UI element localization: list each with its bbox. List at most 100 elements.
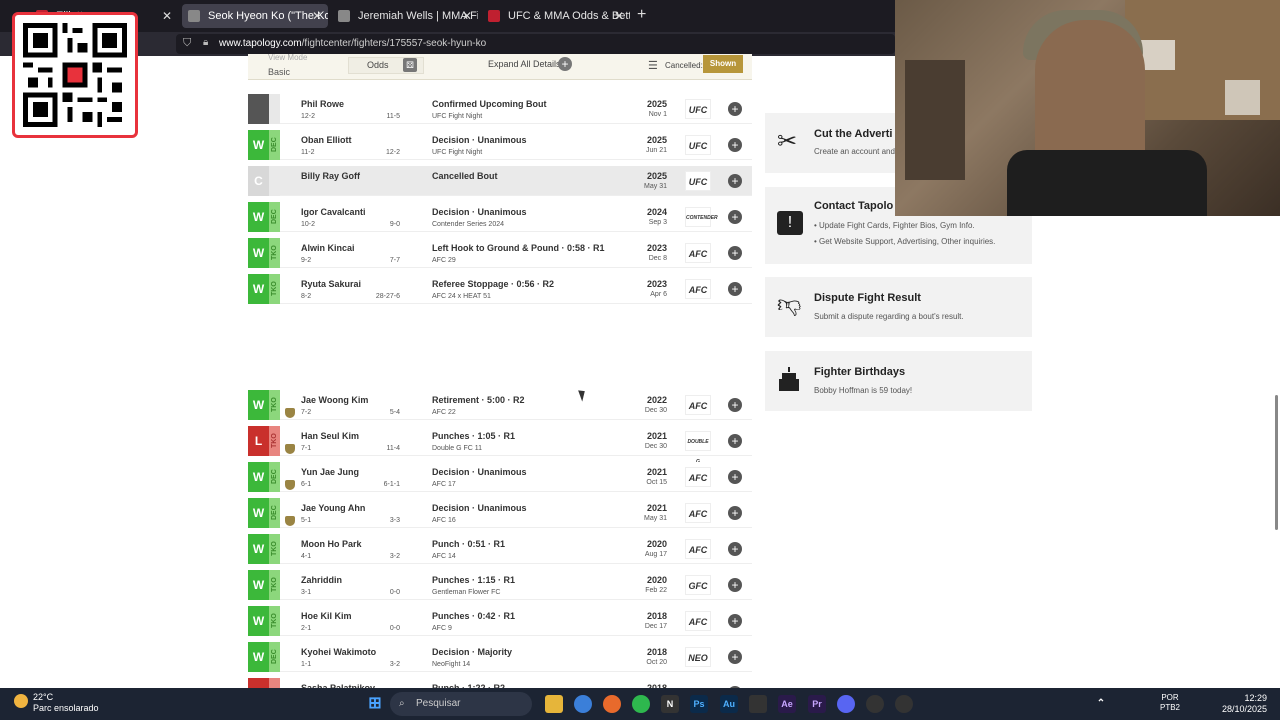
expand-plus-icon[interactable]: + xyxy=(558,57,572,71)
opponent-link[interactable]: Jae Woong Kim xyxy=(301,395,368,405)
expand-row-icon[interactable]: + xyxy=(728,174,742,188)
expand-row-icon[interactable]: + xyxy=(728,470,742,484)
expand-row-icon[interactable]: + xyxy=(728,246,742,260)
browser-tab[interactable]: Jeremiah Wells | MMA Fighter P✕ xyxy=(332,4,478,28)
opponent-link[interactable]: Yun Jae Jung xyxy=(301,467,359,477)
dice-icon[interactable]: ⚄ xyxy=(403,58,417,72)
promotion-logo[interactable]: UFC xyxy=(685,99,711,119)
fight-row[interactable]: C Billy Ray Goff Cancelled Bout 2025 May 31 U… xyxy=(248,166,752,196)
language-indicator[interactable]: POR PTB2 xyxy=(1160,693,1180,713)
promotion-logo[interactable]: UFC xyxy=(685,135,711,155)
expand-row-icon[interactable]: + xyxy=(728,614,742,628)
fight-row[interactable]: W TKO Alwin Kincai 9-2 7-7 Left Hook to Groun… xyxy=(248,238,752,268)
notion-icon[interactable]: N xyxy=(661,695,679,713)
promotion-logo[interactable]: AFC xyxy=(685,539,711,559)
bout-result-link[interactable]: Referee Stoppage · 0:56 · R2 xyxy=(432,279,554,289)
file-explorer-icon[interactable] xyxy=(545,695,563,713)
promotion-logo[interactable]: DOUBLE G xyxy=(685,431,711,465)
expand-row-icon[interactable]: + xyxy=(728,282,742,296)
browser-tab[interactable]: UFC & MMA Odds & Betting Lin✕ xyxy=(482,4,630,28)
opponent-link[interactable]: Jae Young Ahn xyxy=(301,503,365,513)
opponent-link[interactable]: Billy Ray Goff xyxy=(301,171,360,181)
browser-tab[interactable]: Seok Hyeon Ko ("The Korean Tig✕ xyxy=(182,4,328,28)
opponent-link[interactable]: Phil Rowe xyxy=(301,99,344,109)
bout-result-link[interactable]: Decision · Majority xyxy=(432,647,512,657)
close-icon[interactable]: ✕ xyxy=(162,4,172,28)
fight-row[interactable]: W DEC Jae Young Ahn 5-1 3-3 Decision · Unanim… xyxy=(248,498,752,528)
opponent-link[interactable]: Oban Elliott xyxy=(301,135,352,145)
expand-row-icon[interactable]: + xyxy=(728,398,742,412)
maps-icon[interactable] xyxy=(866,695,884,713)
page-scrollbar[interactable] xyxy=(1275,395,1278,530)
photoshop-icon[interactable]: Ps xyxy=(690,695,708,713)
start-icon[interactable]: ⊞ xyxy=(366,695,384,713)
bout-result-link[interactable]: Decision · Unanimous xyxy=(432,467,527,477)
bout-result-link[interactable]: Decision · Unanimous xyxy=(432,207,527,217)
bout-result-link[interactable]: Retirement · 5:00 · R2 xyxy=(432,395,525,405)
fight-row[interactable]: W DEC Oban Elliott 11-2 12-2 Decision · Unani… xyxy=(248,130,752,160)
taskbar-clock[interactable]: 12:29 28/10/2025 xyxy=(1222,693,1267,715)
discord-icon[interactable] xyxy=(837,695,855,713)
expand-row-icon[interactable]: + xyxy=(728,650,742,664)
lock-icon[interactable]: 🔒︎ xyxy=(203,37,208,48)
premiere-icon[interactable]: Pr xyxy=(808,695,826,713)
fight-row[interactable]: Phil Rowe 12-2 11-5 Confirmed Upcoming Bout… xyxy=(248,94,752,124)
fight-row[interactable]: W TKO Ryuta Sakurai 8-2 28-27-6 Referee Stopp… xyxy=(248,274,752,304)
opponent-link[interactable]: Kyohei Wakimoto xyxy=(301,647,376,657)
view-mode-select[interactable]: Basic xyxy=(268,67,290,77)
weather-widget[interactable]: 22°C Parc ensolarado xyxy=(14,692,99,714)
birthdays-card[interactable]: Fighter Birthdays Bobby Hoffman is 59 to… xyxy=(765,351,1032,411)
bout-result-link[interactable]: Cancelled Bout xyxy=(432,171,498,181)
promotion-logo[interactable]: NEO xyxy=(685,647,711,667)
bout-result-link[interactable]: Punch · 0:51 · R1 xyxy=(432,539,505,549)
fight-row[interactable]: W TKO Moon Ho Park 4-1 3-2 Punch · 0:51 · R1 A… xyxy=(248,534,752,564)
app-icon[interactable] xyxy=(895,695,913,713)
expand-row-icon[interactable]: + xyxy=(728,578,742,592)
taskbar-search[interactable]: ⌕ Pesquisar xyxy=(390,692,532,716)
promotion-logo[interactable]: UFC xyxy=(685,171,711,191)
expand-row-icon[interactable]: + xyxy=(728,542,742,556)
davinci-icon[interactable] xyxy=(749,695,767,713)
promotion-logo[interactable]: AFC xyxy=(685,279,711,299)
promotion-logo[interactable]: AFC xyxy=(685,395,711,415)
close-icon[interactable]: ✕ xyxy=(462,4,472,28)
close-icon[interactable]: ✕ xyxy=(312,4,322,28)
promotion-logo[interactable]: AFC xyxy=(685,467,711,487)
opponent-link[interactable]: Alwin Kincai xyxy=(301,243,355,253)
promotion-logo[interactable]: CONTENDER xyxy=(685,207,718,227)
bout-result-link[interactable]: Decision · Unanimous xyxy=(432,135,527,145)
promotion-logo[interactable]: GFC xyxy=(685,575,711,595)
bout-result-link[interactable]: Decision · Unanimous xyxy=(432,503,527,513)
bout-result-link[interactable]: Left Hook to Ground & Pound · 0:58 · R1 xyxy=(432,243,605,253)
opponent-link[interactable]: Hoe Kil Kim xyxy=(301,611,352,621)
whatsapp-icon[interactable] xyxy=(632,695,650,713)
expand-row-icon[interactable]: + xyxy=(728,434,742,448)
fight-row[interactable]: W TKO Hoe Kil Kim 2-1 0-0 Punches · 0:42 · R1… xyxy=(248,606,752,636)
expand-row-icon[interactable]: + xyxy=(728,138,742,152)
expand-row-icon[interactable]: + xyxy=(728,102,742,116)
opponent-link[interactable]: Ryuta Sakurai xyxy=(301,279,361,289)
expand-all-button[interactable]: Expand All Details xyxy=(488,59,561,69)
expand-row-icon[interactable]: + xyxy=(728,210,742,224)
tray-chevron-icon[interactable]: ⌃ xyxy=(1092,695,1110,713)
fight-row[interactable]: W TKO Zahriddin 3-1 0-0 Punches · 1:15 · R1 Ge… xyxy=(248,570,752,600)
promotion-logo[interactable]: AFC xyxy=(685,503,711,523)
bout-result-link[interactable]: Punches · 1:15 · R1 xyxy=(432,575,515,585)
bout-result-link[interactable]: Punches · 1:05 · R1 xyxy=(432,431,515,441)
opponent-link[interactable]: Han Seul Kim xyxy=(301,431,359,441)
fight-row[interactable]: W DEC Yun Jae Jung 6-1 6-1-1 Decision · Unani… xyxy=(248,462,752,492)
fight-row[interactable]: W DEC Kyohei Wakimoto 1-1 3-2 Decision · Majo… xyxy=(248,642,752,672)
close-icon[interactable]: ✕ xyxy=(614,4,624,28)
fight-row[interactable]: W TKO Jae Woong Kim 7-2 5-4 Retirement · 5:00… xyxy=(248,390,752,420)
opponent-link[interactable]: Igor Cavalcanti xyxy=(301,207,366,217)
fight-row[interactable]: W DEC Igor Cavalcanti 10-2 9-0 Decision · Una… xyxy=(248,202,752,232)
after-effects-icon[interactable]: Ae xyxy=(778,695,796,713)
opponent-link[interactable]: Moon Ho Park xyxy=(301,539,362,549)
url-text[interactable]: www.tapology.com/fightcenter/fighters/17… xyxy=(219,38,486,49)
new-tab-button[interactable]: + xyxy=(637,6,646,24)
audition-icon[interactable]: Au xyxy=(720,695,738,713)
cancelled-shown-toggle[interactable]: Shown xyxy=(703,55,743,73)
bout-result-link[interactable]: Punches · 0:42 · R1 xyxy=(432,611,515,621)
shield-icon[interactable]: ⛉ xyxy=(183,37,191,50)
promotion-logo[interactable]: AFC xyxy=(685,243,711,263)
